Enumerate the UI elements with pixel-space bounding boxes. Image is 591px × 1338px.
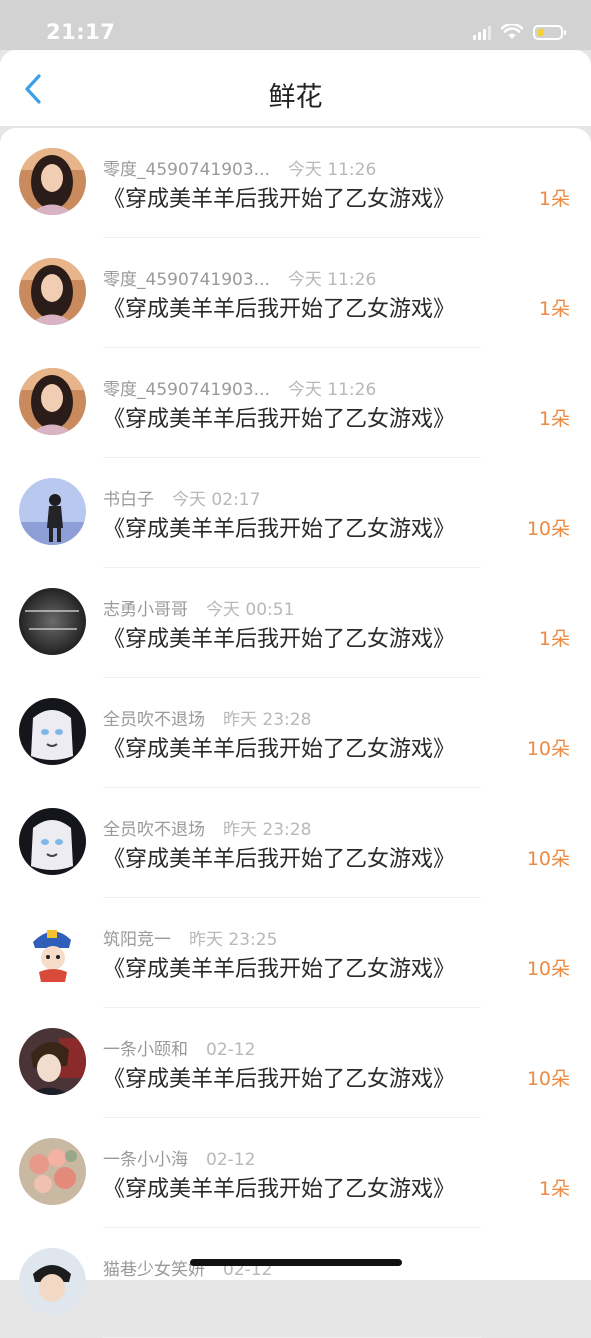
gift-row[interactable]: 零度_4590741903... 今天 11:26 《穿成美羊羊后我开始了乙女游… bbox=[0, 348, 591, 458]
flower-count: 1朵 bbox=[538, 298, 570, 320]
username[interactable]: 筑阳竞一 bbox=[103, 925, 171, 950]
book-title[interactable]: 《穿成美羊羊后我开始了乙女游戏》 bbox=[103, 841, 455, 873]
gift-row[interactable]: 全员吹不退场 昨天 23:28 《穿成美羊羊后我开始了乙女游戏》 10朵 bbox=[0, 678, 591, 788]
username[interactable]: 零度_4590741903... bbox=[103, 375, 270, 400]
user-avatar[interactable] bbox=[19, 588, 86, 655]
gift-row[interactable]: 零度_4590741903... 今天 11:26 《穿成美羊羊后我开始了乙女游… bbox=[0, 238, 591, 348]
book-title[interactable]: 《穿成美羊羊后我开始了乙女游戏》 bbox=[103, 181, 455, 213]
gift-meta: 筑阳竞一 昨天 23:25 bbox=[103, 925, 277, 950]
wifi-icon bbox=[501, 24, 523, 39]
gift-meta: 零度_4590741903... 今天 11:26 bbox=[103, 375, 376, 400]
status-icons bbox=[473, 24, 566, 40]
book-title[interactable]: 《穿成美羊羊后我开始了乙女游戏》 bbox=[103, 1061, 455, 1093]
book-title[interactable]: 《穿成美羊羊后我开始了乙女游戏》 bbox=[103, 951, 455, 983]
battery-icon bbox=[533, 24, 566, 40]
gift-row[interactable]: 猫巷少女笑妍 02-12 bbox=[0, 1228, 591, 1338]
gift-time: 昨天 23:28 bbox=[223, 820, 312, 840]
user-avatar[interactable] bbox=[19, 698, 86, 765]
gift-time: 今天 02:17 bbox=[172, 490, 261, 510]
gift-meta: 零度_4590741903... 今天 11:26 bbox=[103, 265, 376, 290]
username[interactable]: 全员吹不退场 bbox=[103, 705, 205, 730]
cellular-signal-icon bbox=[473, 24, 491, 40]
gift-time: 今天 00:51 bbox=[206, 600, 295, 620]
book-title[interactable]: 《穿成美羊羊后我开始了乙女游戏》 bbox=[103, 291, 455, 323]
nav-bar: 鲜花 bbox=[0, 50, 591, 126]
username[interactable]: 书白子 bbox=[103, 485, 154, 510]
flower-count: 10朵 bbox=[526, 518, 570, 540]
flower-count: 1朵 bbox=[538, 1178, 570, 1200]
username[interactable]: 一条小颐和 bbox=[103, 1035, 188, 1060]
gift-row[interactable]: 全员吹不退场 昨天 23:28 《穿成美羊羊后我开始了乙女游戏》 10朵 bbox=[0, 788, 591, 898]
user-avatar[interactable] bbox=[19, 1248, 86, 1315]
gift-meta: 零度_4590741903... 今天 11:26 bbox=[103, 155, 376, 180]
gift-row[interactable]: 一条小颐和 02-12 《穿成美羊羊后我开始了乙女游戏》 10朵 bbox=[0, 1008, 591, 1118]
gift-meta: 书白子 今天 02:17 bbox=[103, 485, 260, 510]
flower-count: 10朵 bbox=[526, 1068, 570, 1090]
gift-row[interactable]: 一条小小海 02-12 《穿成美羊羊后我开始了乙女游戏》 1朵 bbox=[0, 1118, 591, 1228]
user-avatar[interactable] bbox=[19, 368, 86, 435]
username[interactable]: 一条小小海 bbox=[103, 1145, 188, 1170]
username[interactable]: 志勇小哥哥 bbox=[103, 595, 188, 620]
flower-count: 1朵 bbox=[538, 408, 570, 430]
gift-meta: 全员吹不退场 昨天 23:28 bbox=[103, 815, 311, 840]
book-title[interactable]: 《穿成美羊羊后我开始了乙女游戏》 bbox=[103, 621, 455, 653]
user-avatar[interactable] bbox=[19, 918, 86, 985]
page-title: 鲜花 bbox=[268, 82, 323, 113]
gift-meta: 一条小小海 02-12 bbox=[103, 1145, 255, 1170]
book-title[interactable]: 《穿成美羊羊后我开始了乙女游戏》 bbox=[103, 401, 455, 433]
user-avatar[interactable] bbox=[19, 1028, 86, 1095]
user-avatar[interactable] bbox=[19, 258, 86, 325]
gift-time: 02-12 bbox=[206, 1150, 256, 1170]
gift-time: 昨天 23:25 bbox=[189, 930, 278, 950]
flower-count: 1朵 bbox=[538, 628, 570, 650]
flower-count: 10朵 bbox=[526, 848, 570, 870]
status-bar: 21:17 bbox=[0, 0, 591, 50]
user-avatar[interactable] bbox=[19, 148, 86, 215]
gift-time: 今天 11:26 bbox=[287, 380, 377, 400]
gift-row[interactable]: 志勇小哥哥 今天 00:51 《穿成美羊羊后我开始了乙女游戏》 1朵 bbox=[0, 568, 591, 678]
user-avatar[interactable] bbox=[19, 1138, 86, 1205]
flower-count: 10朵 bbox=[526, 958, 570, 980]
gift-meta: 全员吹不退场 昨天 23:28 bbox=[103, 705, 311, 730]
username[interactable]: 零度_4590741903... bbox=[103, 265, 270, 290]
flower-count: 1朵 bbox=[538, 188, 570, 210]
status-time: 21:17 bbox=[46, 20, 116, 44]
book-title[interactable]: 《穿成美羊羊后我开始了乙女游戏》 bbox=[103, 1171, 455, 1203]
username[interactable]: 猫巷少女笑妍 bbox=[103, 1255, 205, 1280]
home-indicator[interactable] bbox=[190, 1259, 402, 1266]
username[interactable]: 全员吹不退场 bbox=[103, 815, 205, 840]
book-title[interactable]: 《穿成美羊羊后我开始了乙女游戏》 bbox=[103, 731, 455, 763]
gift-meta: 一条小颐和 02-12 bbox=[103, 1035, 255, 1060]
gift-time: 今天 11:26 bbox=[287, 270, 377, 290]
gift-row[interactable]: 书白子 今天 02:17 《穿成美羊羊后我开始了乙女游戏》 10朵 bbox=[0, 458, 591, 568]
gift-row[interactable]: 零度_4590741903... 今天 11:26 《穿成美羊羊后我开始了乙女游… bbox=[0, 128, 591, 238]
gift-row[interactable]: 筑阳竞一 昨天 23:25 《穿成美羊羊后我开始了乙女游戏》 10朵 bbox=[0, 898, 591, 1008]
gift-meta: 志勇小哥哥 今天 00:51 bbox=[103, 595, 294, 620]
user-avatar[interactable] bbox=[19, 808, 86, 875]
flower-gift-list[interactable]: 零度_4590741903... 今天 11:26 《穿成美羊羊后我开始了乙女游… bbox=[0, 128, 591, 1338]
gift-time: 02-12 bbox=[206, 1040, 256, 1060]
flower-count: 10朵 bbox=[526, 738, 570, 760]
gift-time: 昨天 23:28 bbox=[223, 710, 312, 730]
gift-time: 今天 11:26 bbox=[287, 160, 377, 180]
user-avatar[interactable] bbox=[19, 478, 86, 545]
book-title[interactable]: 《穿成美羊羊后我开始了乙女游戏》 bbox=[103, 511, 455, 543]
username[interactable]: 零度_4590741903... bbox=[103, 155, 270, 180]
battery-level bbox=[537, 28, 544, 36]
